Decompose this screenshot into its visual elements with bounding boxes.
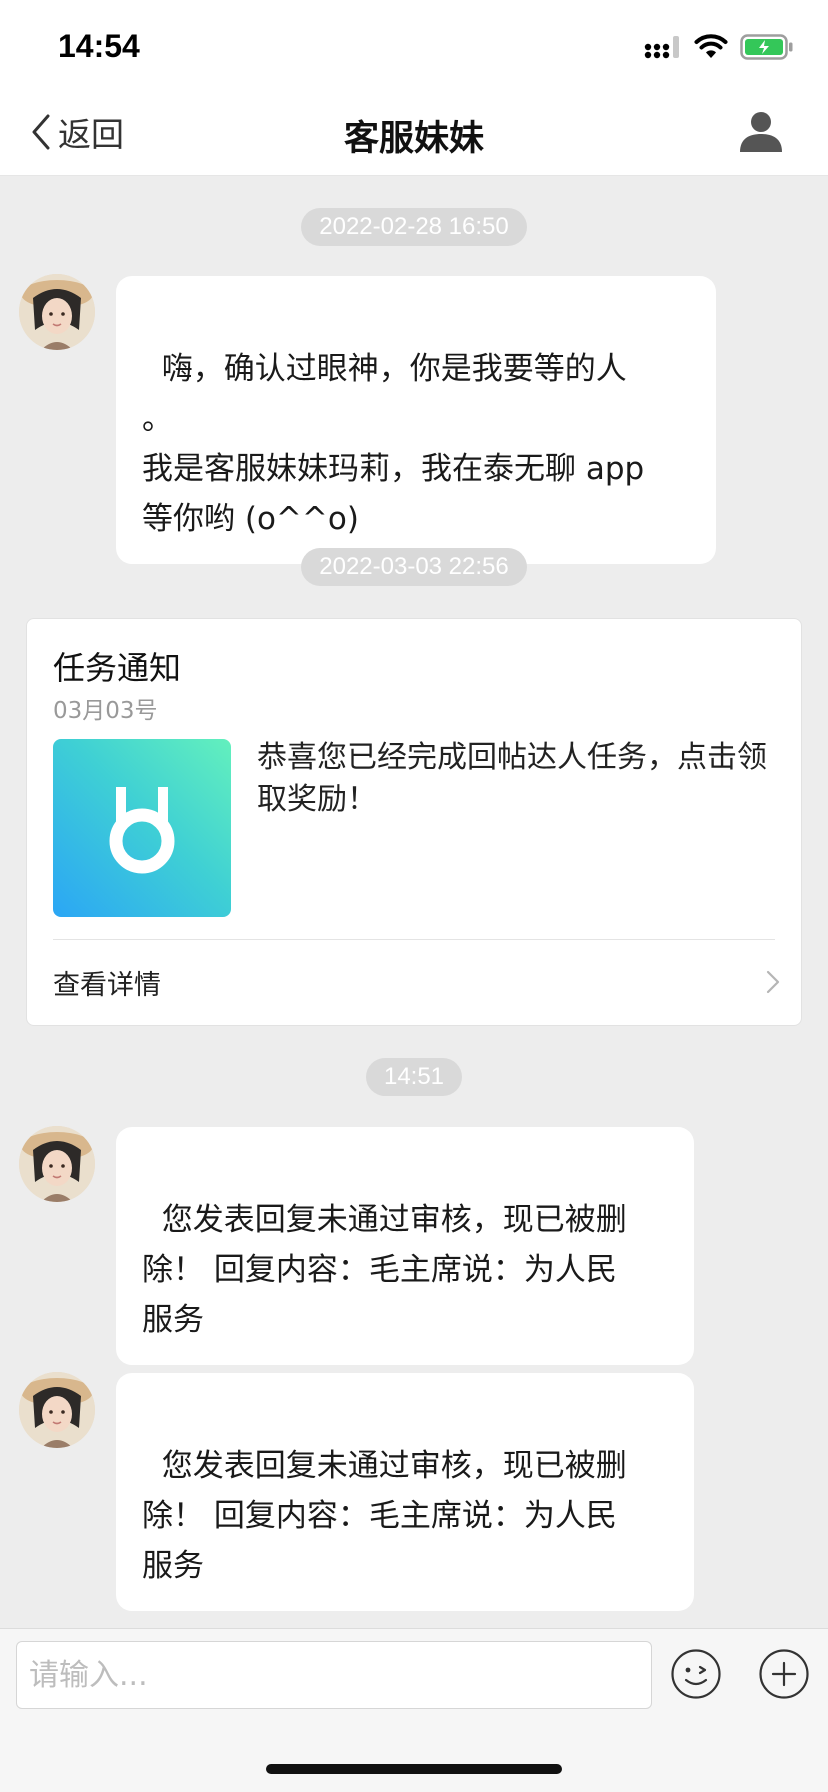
bottom-safe-area xyxy=(0,1720,828,1792)
message-input[interactable] xyxy=(16,1641,652,1709)
page-title: 客服妹妹 xyxy=(343,119,484,159)
message-text: 您发表回复未通过审核，现已被删 除！ 回复内容：毛主席说：为人民 服务 xyxy=(142,1448,627,1584)
nav-bar: 返回 客服妹妹 xyxy=(0,88,828,176)
timestamp: 14:51 xyxy=(0,1058,828,1096)
status-bar: 14:54 xyxy=(0,0,828,88)
emoji-icon[interactable] xyxy=(670,1648,722,1700)
avatar-image xyxy=(19,1126,95,1202)
message-bubble: 嗨，确认过眼神，你是我要等的人 。 我是客服妹妹玛莉，我在泰无聊 app 等你哟… xyxy=(116,276,716,564)
view-details-link[interactable]: 查看详情 xyxy=(53,939,781,1025)
timestamp: 2022-03-03 22:56 xyxy=(0,548,828,586)
task-card-thumbnail xyxy=(53,739,231,917)
avatar[interactable] xyxy=(19,1126,95,1202)
message-text: 嗨，确认过眼神，你是我要等的人 。 我是客服妹妹玛莉，我在泰无聊 app 等你哟… xyxy=(142,351,645,537)
status-time: 14:54 xyxy=(58,28,140,64)
add-icon[interactable] xyxy=(758,1648,810,1700)
avatar-image xyxy=(19,1372,95,1448)
home-indicator[interactable] xyxy=(266,1764,562,1774)
task-card-date: 03月03号 xyxy=(53,698,158,724)
task-card-text: 恭喜您已经完成回帖达人任务，点击领取奖励！ xyxy=(257,740,767,817)
cellular-signal-icon xyxy=(644,36,679,59)
timestamp: 2022-02-28 16:50 xyxy=(0,208,828,246)
avatar[interactable] xyxy=(19,274,95,350)
view-details-label: 查看详情 xyxy=(53,969,161,1001)
profile-icon[interactable] xyxy=(738,108,784,154)
message-text: 您发表回复未通过审核，现已被删 除！ 回复内容：毛主席说：为人民 服务 xyxy=(142,1202,627,1338)
avatar-image xyxy=(19,274,95,350)
chevron-right-icon xyxy=(766,970,780,994)
task-notification-card[interactable]: 任务通知 03月03号 恭喜您已经完成回帖达人任务，点击领取奖励！ 查看详情 xyxy=(26,618,802,1026)
input-bar xyxy=(0,1628,828,1720)
wifi-icon xyxy=(694,34,728,58)
message-bubble: 您发表回复未通过审核，现已被删 除！ 回复内容：毛主席说：为人民 服务 xyxy=(116,1127,694,1365)
timestamp-label: 2022-03-03 22:56 xyxy=(301,548,527,586)
timestamp-label: 14:51 xyxy=(365,1058,463,1096)
timestamp-label: 2022-02-28 16:50 xyxy=(301,208,527,246)
task-card-title: 任务通知 xyxy=(53,649,182,687)
message-bubble: 您发表回复未通过审核，现已被删 除！ 回复内容：毛主席说：为人民 服务 xyxy=(116,1373,694,1611)
medal-icon xyxy=(109,787,175,874)
status-icons xyxy=(644,34,794,60)
avatar[interactable] xyxy=(19,1372,95,1448)
battery-icon xyxy=(740,34,793,60)
